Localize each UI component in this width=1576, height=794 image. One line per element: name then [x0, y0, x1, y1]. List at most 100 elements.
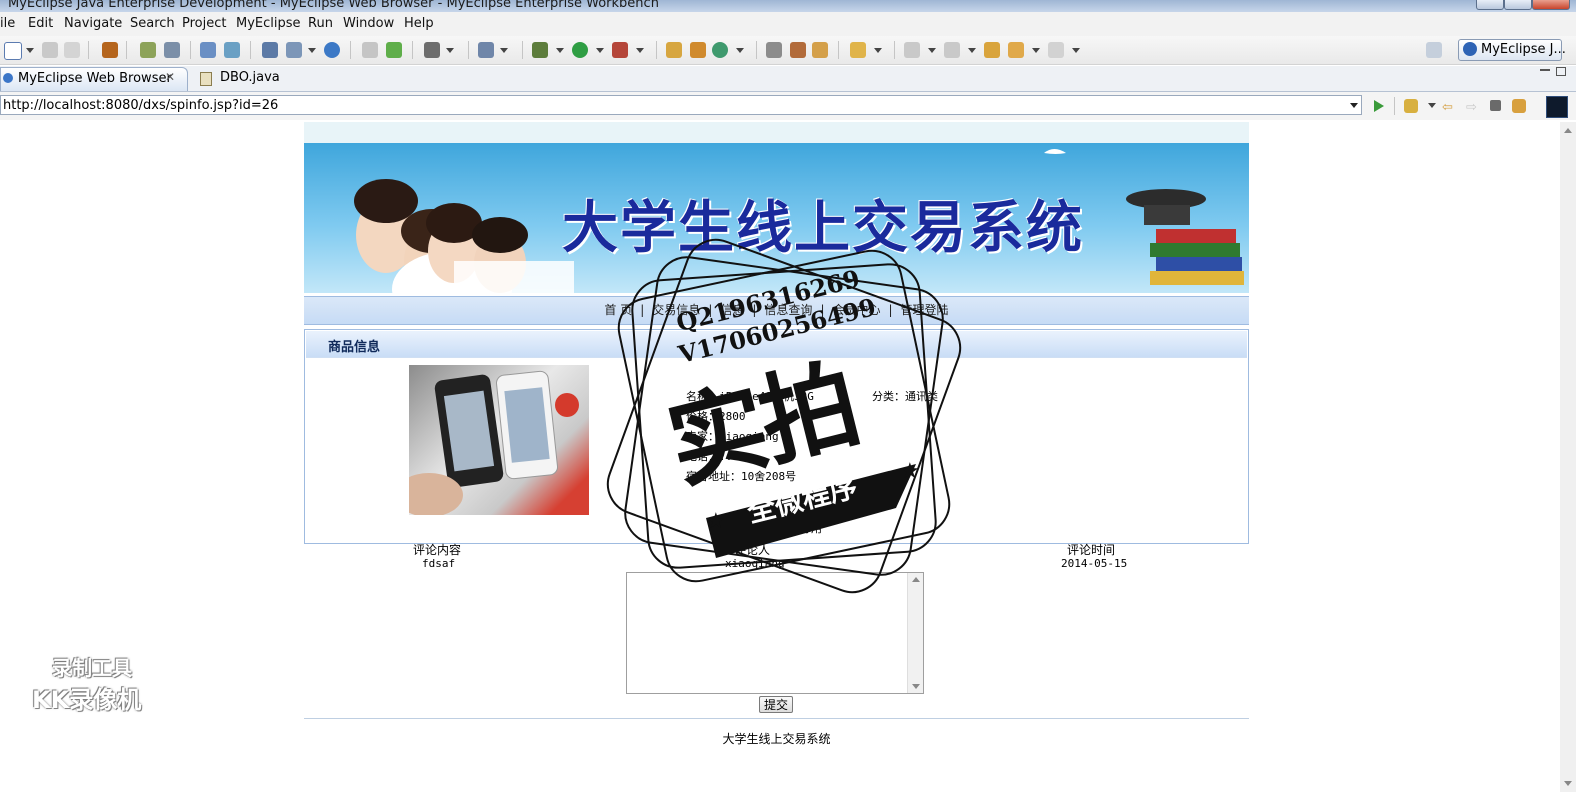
menu-myeclipse[interactable]: MyEclipse	[236, 16, 301, 31]
maximize-button[interactable]	[1504, 0, 1532, 10]
product-section-title: 商品信息	[328, 340, 381, 355]
open-type-icon[interactable]	[362, 42, 378, 58]
redeploy-icon[interactable]	[224, 42, 240, 58]
site-banner: 大学生线上交易系统	[304, 143, 1249, 293]
menu-window[interactable]: Window	[343, 16, 394, 31]
menu-edit[interactable]: Edit	[28, 16, 53, 31]
close-window-button[interactable]	[1532, 0, 1570, 10]
window-title-bar: MyEclipse Java Enterprise Development - …	[0, 0, 1576, 12]
comment-textarea[interactable]	[626, 572, 924, 694]
chevron-down-icon[interactable]	[500, 48, 508, 53]
chevron-down-icon[interactable]	[596, 48, 604, 53]
stop-icon[interactable]	[1490, 100, 1501, 111]
chevron-down-icon[interactable]	[26, 48, 34, 53]
debug-icon[interactable]	[532, 42, 548, 58]
print-icon[interactable]	[64, 42, 80, 58]
nav-home[interactable]: 首 页	[604, 303, 632, 317]
minimize-view-icon[interactable]	[1540, 69, 1550, 71]
submit-button[interactable]: 提交	[759, 696, 793, 713]
scroll-up-icon[interactable]	[912, 577, 920, 582]
chevron-down-icon[interactable]	[1428, 103, 1436, 108]
chevron-down-icon[interactable]	[556, 48, 564, 53]
go-icon[interactable]	[1374, 100, 1384, 112]
menu-file[interactable]: ile	[0, 16, 15, 31]
outline-icon[interactable]	[690, 42, 706, 58]
external-tools-icon[interactable]	[612, 42, 628, 58]
pin-icon[interactable]	[790, 42, 806, 58]
server-manager-icon[interactable]	[262, 42, 278, 58]
chevron-down-icon[interactable]	[1350, 103, 1358, 108]
product-panel: 商品信息 名称：iPhone4S手机32G 分类：通讯类 价格：2800 卖家：…	[304, 329, 1249, 544]
bookmark-icon[interactable]	[1404, 99, 1418, 113]
forward-arrow-icon[interactable]: ⇨	[1466, 100, 1477, 115]
server-icon[interactable]	[164, 42, 180, 58]
open-perspective-icon[interactable]	[1426, 42, 1442, 58]
close-icon[interactable]: ✕	[165, 70, 175, 84]
package-icon[interactable]	[102, 42, 118, 58]
scroll-up-icon[interactable]	[1564, 128, 1572, 133]
tab-dbo-java[interactable]: DBO.java	[194, 67, 298, 90]
chevron-down-icon[interactable]	[928, 48, 936, 53]
chevron-down-icon[interactable]	[736, 48, 744, 53]
nav-trade-info[interactable]: 交易信息	[652, 303, 700, 317]
maximize-view-icon[interactable]	[1556, 67, 1566, 76]
new-icon[interactable]	[4, 42, 22, 60]
myeclipse-icon	[1463, 42, 1477, 56]
menu-project[interactable]: Project	[182, 16, 226, 31]
tab-myeclipse-web-browser[interactable]: MyEclipse Web Browser ✕	[0, 67, 188, 91]
refresh-icon[interactable]	[712, 42, 728, 58]
chevron-down-icon[interactable]	[446, 48, 454, 53]
comment-time: 2014-05-15	[1061, 557, 1128, 570]
nav-info[interactable]: 信息	[720, 303, 744, 317]
toolbar-separator	[838, 41, 839, 59]
chevron-down-icon[interactable]	[1072, 48, 1080, 53]
textarea-scrollbar[interactable]	[907, 573, 923, 693]
camera-icon[interactable]	[424, 42, 440, 58]
nav-info-search[interactable]: 信息查询	[764, 303, 812, 317]
add-icon[interactable]	[386, 42, 402, 58]
back-icon[interactable]	[1008, 42, 1024, 58]
product-panel-header: 商品信息	[306, 331, 1247, 358]
next-annotation-icon[interactable]	[904, 42, 920, 58]
wizard-icon[interactable]	[140, 42, 156, 58]
globe-icon[interactable]	[324, 42, 340, 58]
scroll-down-icon[interactable]	[912, 684, 920, 689]
folder-icon[interactable]	[850, 42, 866, 58]
prev-annotation-icon[interactable]	[944, 42, 960, 58]
save-icon[interactable]	[42, 42, 58, 58]
nav-admin-login[interactable]: 管理登陆	[901, 303, 949, 317]
perspective-switcher[interactable]: MyEclipse J...	[1458, 39, 1566, 61]
chevron-down-icon[interactable]	[308, 48, 316, 53]
run-icon[interactable]	[572, 42, 588, 58]
url-input[interactable]	[0, 95, 1362, 115]
menu-help[interactable]: Help	[404, 16, 434, 31]
scroll-down-icon[interactable]	[1564, 781, 1572, 786]
menu-run[interactable]: Run	[308, 16, 333, 31]
nav-member-center[interactable]: 会员中心	[832, 303, 880, 317]
toolbar-separator	[656, 41, 657, 59]
page-scrollbar[interactable]	[1560, 122, 1576, 792]
menu-navigate[interactable]: Navigate	[64, 16, 122, 31]
globe-icon	[3, 73, 13, 83]
chevron-down-icon[interactable]	[1032, 48, 1040, 53]
chevron-down-icon[interactable]	[636, 48, 644, 53]
nav-separator: |	[708, 303, 713, 317]
editor-tab-bar: MyEclipse Web Browser ✕ DBO.java	[0, 66, 1576, 92]
deploy-icon[interactable]	[200, 42, 216, 58]
chevron-down-icon[interactable]	[874, 48, 882, 53]
new-class-icon[interactable]	[478, 42, 494, 58]
browser-menu-icon[interactable]	[1546, 96, 1568, 118]
forward-icon[interactable]	[1048, 42, 1064, 58]
menu-search[interactable]: Search	[130, 16, 175, 31]
last-edit-icon[interactable]	[984, 42, 1000, 58]
refresh-page-icon[interactable]	[1512, 99, 1526, 113]
open-task-icon[interactable]	[766, 42, 782, 58]
nav-separator: |	[820, 303, 825, 317]
comment-content: fdsaf	[422, 557, 456, 570]
back-arrow-icon[interactable]: ⇦	[1442, 100, 1453, 115]
mark-icon[interactable]	[812, 42, 828, 58]
run-server-icon[interactable]	[286, 42, 302, 58]
hierarchy-icon[interactable]	[666, 42, 682, 58]
chevron-down-icon[interactable]	[968, 48, 976, 53]
minimize-button[interactable]	[1476, 0, 1504, 10]
